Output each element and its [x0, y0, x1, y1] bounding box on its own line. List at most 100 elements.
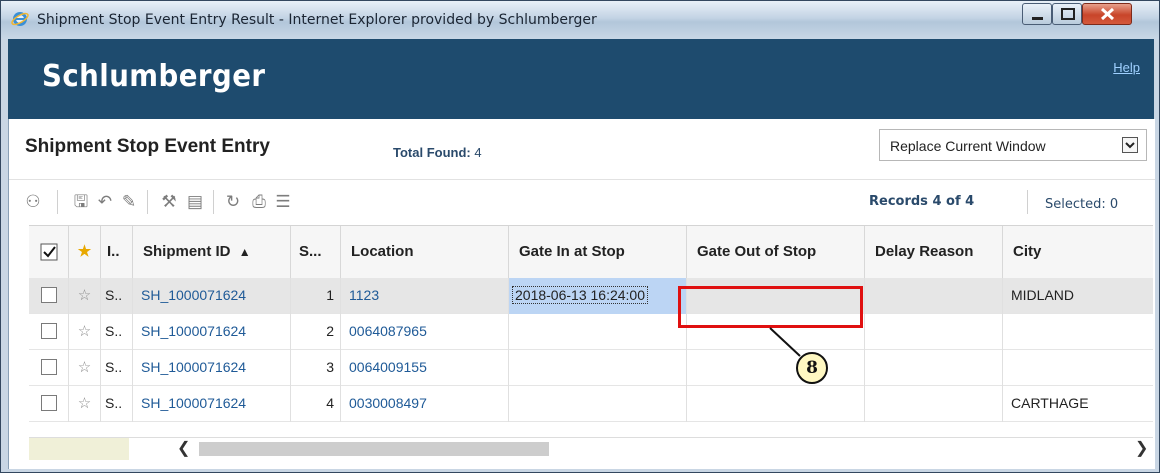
schlumberger-logo: Schlumberger	[42, 59, 266, 94]
column-header-city[interactable]: City	[1003, 226, 1153, 278]
delay-reason-cell[interactable]	[865, 314, 1003, 350]
internet-explorer-icon	[11, 12, 29, 26]
seq-cell: 2	[291, 314, 341, 350]
page-title: Shipment Stop Event Entry	[25, 136, 270, 157]
refresh-icon[interactable]: ↻	[223, 193, 243, 211]
city-cell: MIDLAND	[1011, 287, 1075, 303]
table-row[interactable]: ☆ S.. SH_1000071624 3 0064009155	[29, 350, 1153, 386]
row-checkbox[interactable]	[41, 395, 57, 411]
row-i-cell: S..	[101, 386, 133, 422]
star-outline-icon[interactable]: ☆	[69, 314, 101, 350]
grid-header: ★ I.. Shipment ID ▲ S... Location Gate I…	[29, 225, 1153, 279]
location-link[interactable]: 0030008497	[341, 386, 509, 422]
view-icon[interactable]: ⚇	[23, 193, 43, 211]
star-outline-icon[interactable]: ☆	[69, 278, 101, 314]
save-icon[interactable]: 🖫	[71, 193, 91, 211]
row-checkbox[interactable]	[41, 287, 57, 303]
minimize-button[interactable]	[1022, 3, 1052, 25]
location-link[interactable]: 0064009155	[341, 350, 509, 386]
chevron-down-icon[interactable]	[1122, 137, 1138, 153]
callout-highlight-box	[678, 286, 863, 328]
shipment-id-link[interactable]: SH_1000071624	[133, 386, 291, 422]
save-disabled-icon: ▤	[186, 192, 204, 211]
edit-icon[interactable]: ✎	[119, 193, 139, 211]
total-found-label: Total Found:	[393, 145, 471, 160]
city-cell: CARTHAGE	[1011, 395, 1089, 411]
list-icon[interactable]: ☰	[273, 193, 293, 211]
shipment-id-link[interactable]: SH_1000071624	[133, 278, 291, 314]
maximize-icon	[1061, 8, 1075, 20]
column-header-shipment-id[interactable]: Shipment ID ▲	[133, 226, 291, 278]
delay-reason-cell[interactable]	[865, 350, 1003, 386]
scroll-right-icon[interactable]: ❯	[1135, 438, 1148, 460]
records-count: Records 4 of 4	[869, 194, 975, 209]
gate-out-cell[interactable]	[687, 386, 865, 422]
table-row[interactable]: ☆ S.. SH_1000071624 2 0064087965	[29, 314, 1153, 350]
city-cell	[1003, 314, 1153, 350]
toolbar-divider	[213, 190, 214, 214]
scrollbar-frozen-area	[29, 438, 129, 460]
gate-in-cell[interactable]	[509, 350, 687, 386]
star-header-icon[interactable]: ★	[69, 226, 101, 278]
row-checkbox-cell[interactable]	[29, 278, 69, 314]
star-outline-icon[interactable]: ☆	[69, 386, 101, 422]
title-bar: Shipment Stop Event Entry Result - Inter…	[1, 1, 1159, 39]
row-checkbox-cell[interactable]	[29, 350, 69, 386]
toolbar-divider	[1027, 190, 1028, 214]
row-i-cell: S..	[101, 314, 133, 350]
print-icon[interactable]: ⎙	[249, 193, 269, 211]
tools-icon[interactable]: ⚒	[159, 193, 179, 211]
scrollbar-thumb[interactable]	[199, 442, 549, 456]
city-cell	[1003, 350, 1153, 386]
select-all-header[interactable]	[29, 226, 69, 278]
selected-count: Selected: 0	[1045, 197, 1119, 212]
star-outline-icon[interactable]: ☆	[69, 350, 101, 386]
gate-out-cell[interactable]	[687, 350, 865, 386]
browser-window: Shipment Stop Event Entry Result - Inter…	[0, 0, 1160, 473]
column-header-location[interactable]: Location	[341, 226, 509, 278]
delay-reason-cell[interactable]	[865, 278, 1003, 314]
window-title: Shipment Stop Event Entry Result - Inter…	[37, 12, 597, 28]
gate-in-cell[interactable]	[509, 386, 687, 422]
close-icon	[1100, 7, 1115, 21]
column-header-gate-out[interactable]: Gate Out of Stop	[687, 226, 865, 278]
column-header-shipment-id-label: Shipment ID	[143, 243, 231, 260]
column-header-gate-in[interactable]: Gate In at Stop	[509, 226, 687, 278]
maximize-button[interactable]	[1052, 3, 1082, 25]
minimize-icon	[1032, 17, 1043, 20]
column-header-delay-reason[interactable]: Delay Reason	[865, 226, 1003, 278]
shipment-id-link[interactable]: SH_1000071624	[133, 350, 291, 386]
shipment-id-link[interactable]: SH_1000071624	[133, 314, 291, 350]
callout-badge: 8	[796, 352, 828, 384]
table-row[interactable]: ☆ S.. SH_1000071624 1 1123 2018-06-13 16…	[29, 278, 1153, 314]
horizontal-scrollbar[interactable]: ❮ ❯	[29, 437, 1153, 460]
scroll-left-icon[interactable]: ❮	[177, 438, 190, 460]
toolbar: ⚇ 🖫 ↶ ✎ ⚒ ▤ ↻ ⎙ ☰ Records 4 of 4 Selecte…	[9, 179, 1155, 224]
location-link[interactable]: 0064087965	[341, 314, 509, 350]
close-button[interactable]	[1082, 3, 1132, 25]
row-checkbox[interactable]	[41, 359, 57, 375]
main-panel: Shipment Stop Event Entry Total Found: 4…	[8, 119, 1155, 469]
sort-ascending-icon: ▲	[238, 245, 251, 259]
gate-in-cell[interactable]	[509, 314, 687, 350]
table-row[interactable]: ☆ S.. SH_1000071624 4 0030008497 CARTHAG…	[29, 386, 1153, 422]
delay-reason-cell[interactable]	[865, 386, 1003, 422]
gate-in-value: 2018-06-13 16:24:00	[512, 286, 648, 304]
row-i-cell: S..	[101, 278, 133, 314]
page-header: Shipment Stop Event Entry Total Found: 4…	[9, 119, 1155, 179]
undo-icon[interactable]: ↶	[95, 193, 115, 211]
column-header-seq[interactable]: S...	[291, 226, 341, 278]
window-mode-select[interactable]: Replace Current Window	[879, 129, 1147, 161]
row-i-cell: S..	[101, 350, 133, 386]
seq-cell: 4	[291, 386, 341, 422]
row-checkbox-cell[interactable]	[29, 314, 69, 350]
row-checkbox[interactable]	[41, 323, 57, 339]
column-header-i[interactable]: I..	[101, 226, 133, 278]
toolbar-divider	[147, 190, 148, 214]
row-checkbox-cell[interactable]	[29, 386, 69, 422]
checkbox-checked-icon[interactable]	[29, 226, 69, 278]
location-link[interactable]: 1123	[341, 278, 509, 314]
seq-cell: 3	[291, 350, 341, 386]
gate-in-cell[interactable]: 2018-06-13 16:24:00	[509, 278, 687, 314]
help-link[interactable]: Help	[1113, 60, 1140, 75]
